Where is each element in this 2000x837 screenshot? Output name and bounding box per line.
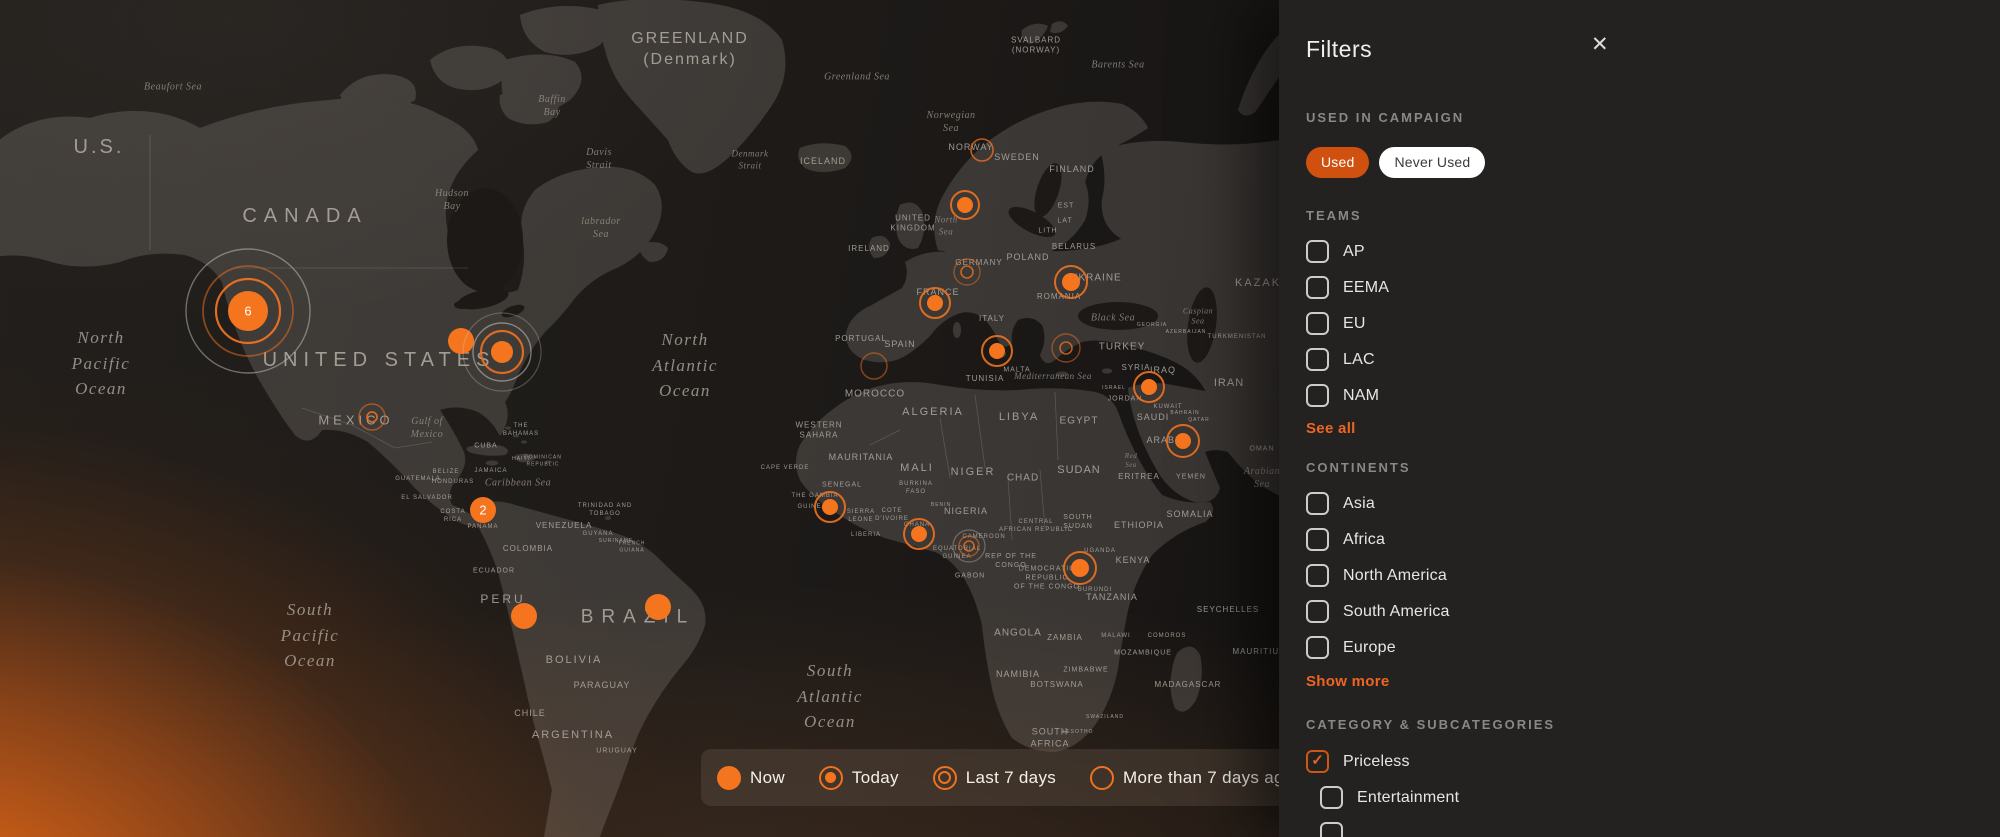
checkbox-priceless[interactable]: ✓	[1306, 750, 1329, 773]
map-marker[interactable]: 2	[467, 494, 499, 531]
map-marker[interactable]	[356, 401, 388, 438]
continents-list: Asia Africa North America South America Euro…	[1306, 492, 2000, 659]
checkbox-eu[interactable]	[1306, 312, 1329, 335]
filter-label-entertainment[interactable]: Entertainment	[1357, 789, 1459, 807]
legend-label: More than 7 days ago	[1123, 768, 1293, 788]
map-marker[interactable]: 6	[183, 246, 313, 381]
filter-label-eema[interactable]: EEMA	[1343, 279, 1389, 297]
map-marker[interactable]	[1131, 369, 1167, 410]
checkbox-south-america[interactable]	[1306, 600, 1329, 623]
show-more-link[interactable]: Show more	[1306, 673, 2000, 691]
today-legend-icon	[819, 766, 843, 790]
checkmark-icon: ✓	[1311, 753, 1324, 768]
map-marker[interactable]	[917, 285, 953, 326]
last7-legend-icon	[933, 766, 957, 790]
checkbox-ap[interactable]	[1306, 240, 1329, 263]
legend-item-more-than-7-days-ago: More than 7 days ago	[1090, 766, 1293, 790]
filter-row-south-america: South America	[1306, 600, 2000, 623]
map-marker[interactable]	[508, 600, 540, 637]
filter-row-asia: Asia	[1306, 492, 2000, 515]
filter-label-ap[interactable]: AP	[1343, 243, 1365, 261]
filter-row-ap: AP	[1306, 240, 2000, 263]
filter-label-europe[interactable]: Europe	[1343, 639, 1396, 657]
section-teams: TEAMS	[1306, 208, 2000, 223]
filter-label-south-america[interactable]: South America	[1343, 603, 1450, 621]
filter-label-priceless[interactable]: Priceless	[1343, 753, 1410, 771]
filter-row-eema: EEMA	[1306, 276, 2000, 299]
filter-label-nam[interactable]: NAM	[1343, 387, 1379, 405]
svg-text:6: 6	[244, 304, 251, 319]
map-marker[interactable]	[979, 333, 1015, 374]
filter-label-asia[interactable]: Asia	[1343, 495, 1375, 513]
legend-item-now: Now	[717, 766, 785, 790]
filter-pill-never-used[interactable]: Never Used	[1379, 147, 1485, 178]
map-marker[interactable]	[1052, 263, 1090, 306]
threat-map-screen: U.S.CANADAUNITED STATESMEXICOGREENLAND (…	[0, 0, 2000, 837]
checkbox-asia[interactable]	[1306, 492, 1329, 515]
map-legend: Now Today Last 7 days More than 7 days ago	[701, 749, 1361, 806]
filter-row-north-america: North America	[1306, 564, 2000, 587]
see-all-link[interactable]: See all	[1306, 420, 2000, 438]
map-marker[interactable]	[1061, 549, 1099, 592]
checkbox-nam[interactable]	[1306, 384, 1329, 407]
map-marker[interactable]	[812, 489, 848, 530]
filter-row-eu: EU	[1306, 312, 2000, 335]
filter-label-north-america[interactable]: North America	[1343, 567, 1447, 585]
map-marker[interactable]	[901, 516, 937, 557]
legend-label: Now	[750, 768, 785, 788]
filter-label-lac[interactable]: LAC	[1343, 351, 1375, 369]
filter-label-africa[interactable]: Africa	[1343, 531, 1385, 549]
map-marker[interactable]	[1164, 422, 1202, 465]
section-continents: CONTINENTS	[1306, 460, 2000, 475]
legend-label: Today	[852, 768, 899, 788]
section-used-in-campaign: USED IN CAMPAIGN	[1306, 110, 2000, 125]
legend-item-last-7-days: Last 7 days	[933, 766, 1056, 790]
checkbox-north-america[interactable]	[1306, 564, 1329, 587]
filter-row-priceless: ✓ Priceless	[1306, 750, 2000, 773]
map-marker[interactable]	[950, 527, 988, 570]
filter-label-eu[interactable]: EU	[1343, 315, 1366, 333]
filter-row-africa: Africa	[1306, 528, 2000, 551]
now-legend-icon	[717, 766, 741, 790]
map-marker[interactable]	[1049, 331, 1083, 370]
filters-panel: Filters ✕ USED IN CAMPAIGN Used Never Use…	[1279, 0, 2000, 837]
checkbox-europe[interactable]	[1306, 636, 1329, 659]
map-marker[interactable]	[858, 350, 890, 387]
legend-item-today: Today	[819, 766, 899, 790]
filters-title: Filters	[1306, 36, 2000, 62]
teams-list: AP EEMA EU LAC NAM	[1306, 240, 2000, 407]
filter-row-nam: NAM	[1306, 384, 2000, 407]
close-icon[interactable]: ✕	[1591, 34, 1609, 55]
map-marker[interactable]	[460, 310, 544, 399]
checkbox-lac[interactable]	[1306, 348, 1329, 371]
filter-row-europe: Europe	[1306, 636, 2000, 659]
categories-list: ✓ Priceless Entertainment	[1306, 750, 2000, 837]
filter-row-item	[1320, 822, 2000, 837]
used-in-campaign-options: Used Never Used	[1306, 147, 2000, 178]
older-legend-icon	[1090, 766, 1114, 790]
map-marker[interactable]	[951, 256, 983, 293]
filter-row-lac: LAC	[1306, 348, 2000, 371]
map-marker[interactable]	[642, 591, 674, 628]
checkbox-africa[interactable]	[1306, 528, 1329, 551]
checkbox-entertainment[interactable]	[1320, 786, 1343, 809]
svg-text:2: 2	[479, 503, 486, 518]
map-marker[interactable]	[968, 136, 996, 169]
checkbox-eema[interactable]	[1306, 276, 1329, 299]
section-categories: CATEGORY & SUBCATEGORIES	[1306, 717, 2000, 732]
filter-row-entertainment: Entertainment	[1320, 786, 2000, 809]
legend-label: Last 7 days	[966, 768, 1056, 788]
filter-pill-used[interactable]: Used	[1306, 147, 1369, 178]
checkbox-item[interactable]	[1320, 822, 1343, 837]
map-marker[interactable]	[948, 188, 982, 227]
